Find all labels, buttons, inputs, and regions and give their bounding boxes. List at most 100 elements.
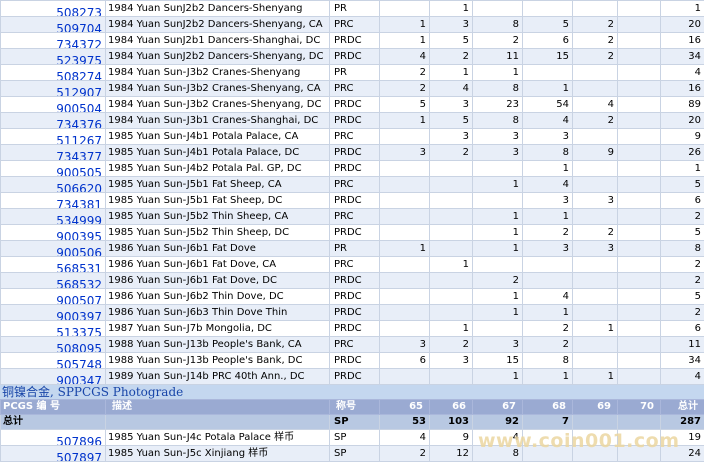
pcgs-number-text[interactable]: 505748 bbox=[56, 358, 102, 368]
pcgs-number-link[interactable]: 900505 bbox=[0, 160, 106, 177]
pcgs-number-text[interactable]: 568532 bbox=[56, 278, 102, 288]
pcgs-number-text[interactable]: 511267 bbox=[56, 134, 102, 144]
header-pcgs-number: PCGS 编 号 bbox=[0, 399, 106, 415]
grade-65-count: 2 bbox=[379, 80, 430, 97]
designation: PRDC bbox=[329, 144, 380, 161]
pcgs-number-text[interactable]: 513375 bbox=[56, 326, 102, 336]
grade-69-count: 2 bbox=[572, 48, 618, 65]
grade-70-count bbox=[617, 304, 661, 321]
grade-65-count bbox=[379, 368, 430, 385]
pcgs-number-text[interactable]: 900507 bbox=[56, 294, 102, 304]
table-row: 508095 1988 Yuan Sun-J13b People's Bank, … bbox=[0, 336, 704, 353]
header-total: 总计 bbox=[660, 399, 704, 415]
pcgs-number-text[interactable]: 900347 bbox=[56, 374, 102, 384]
pcgs-number-link[interactable]: 513375 bbox=[0, 320, 106, 337]
pcgs-number-link[interactable]: 508095 bbox=[0, 336, 106, 353]
pcgs-number-text[interactable]: 900505 bbox=[56, 166, 102, 176]
summary-grade-69 bbox=[572, 414, 618, 430]
pcgs-number-text[interactable]: 512907 bbox=[56, 86, 102, 96]
pcgs-number-link[interactable]: 900504 bbox=[0, 96, 106, 113]
coin-description: 1984 Yuan SunJ2b2 Dancers-Shenyang bbox=[105, 0, 330, 17]
total-count: 20 bbox=[660, 112, 704, 129]
pcgs-number-link[interactable]: 900506 bbox=[0, 240, 106, 257]
header-grade-67: 67 bbox=[472, 399, 523, 415]
grade-70-count bbox=[617, 64, 661, 81]
pcgs-number-link[interactable]: 511267 bbox=[0, 128, 106, 145]
grade-66-count: 1 bbox=[429, 64, 473, 81]
table-row: 508274 1984 Yuan Sun-J3b2 Cranes-Shenyang… bbox=[0, 64, 704, 81]
pcgs-number-link[interactable]: 508274 bbox=[0, 64, 106, 81]
grade-70-count bbox=[617, 48, 661, 65]
pcgs-number-text[interactable]: 900506 bbox=[56, 246, 102, 256]
pcgs-number-link[interactable]: 505748 bbox=[0, 352, 106, 369]
grade-70-count bbox=[617, 80, 661, 97]
table-row: 734381 1985 Yuan Sun-J5b1 Fat Sheep, DC PR… bbox=[0, 192, 704, 209]
pcgs-number-link[interactable]: 568531 bbox=[0, 256, 106, 273]
pcgs-number-text[interactable]: 523975 bbox=[56, 54, 102, 64]
grade-66-count: 5 bbox=[429, 112, 473, 129]
grade-70-count bbox=[617, 368, 661, 385]
pcgs-number-link[interactable]: 900347 bbox=[0, 368, 106, 385]
designation: PRC bbox=[329, 16, 380, 33]
pcgs-number-link[interactable]: 734376 bbox=[0, 112, 106, 129]
grade-66-count bbox=[429, 304, 473, 321]
designation: PRDC bbox=[329, 368, 380, 385]
coin-description: 1984 Yuan Sun-J3b2 Cranes-Shenyang, CA bbox=[105, 80, 330, 97]
grade-68-count bbox=[522, 272, 573, 289]
grade-69-count: 2 bbox=[572, 224, 618, 241]
coin-description: 1986 Yuan Sun-J6b1 Fat Dove, CA bbox=[105, 256, 330, 273]
grade-65-count: 1 bbox=[379, 112, 430, 129]
designation: PRC bbox=[329, 128, 380, 145]
grade-66-count: 3 bbox=[429, 16, 473, 33]
pcgs-number-text[interactable]: 508095 bbox=[56, 342, 102, 352]
pcgs-number-text[interactable]: 568531 bbox=[56, 262, 102, 272]
pcgs-number-link[interactable]: 512907 bbox=[0, 80, 106, 97]
pcgs-number-text[interactable]: 507897 bbox=[56, 451, 102, 461]
grade-67-count: 1 bbox=[472, 64, 523, 81]
pcgs-number-link[interactable]: 900397 bbox=[0, 304, 106, 321]
pcgs-number-link[interactable]: 734377 bbox=[0, 144, 106, 161]
table-row: 513375 1987 Yuan Sun-J7b Mongolia, DC PRDC… bbox=[0, 320, 704, 337]
pcgs-number-link[interactable]: 734381 bbox=[0, 192, 106, 209]
grade-66-count bbox=[429, 272, 473, 289]
grade-65-count: 5 bbox=[379, 96, 430, 113]
pcgs-number-text[interactable]: 509704 bbox=[56, 22, 102, 32]
grade-65-count: 3 bbox=[379, 336, 430, 353]
designation: PRDC bbox=[329, 160, 380, 177]
pcgs-number-text[interactable]: 734376 bbox=[56, 118, 102, 128]
pcgs-number-text[interactable]: 900504 bbox=[56, 102, 102, 112]
pcgs-number-text[interactable]: 900397 bbox=[56, 310, 102, 320]
pcgs-number-link[interactable]: 568532 bbox=[0, 272, 106, 289]
pcgs-number-link[interactable]: 734372 bbox=[0, 32, 106, 49]
grade-65-count bbox=[379, 272, 430, 289]
pcgs-number-link[interactable]: 900507 bbox=[0, 288, 106, 305]
pcgs-number-link[interactable]: 507897 bbox=[0, 445, 106, 462]
pcgs-number-link[interactable]: 900395 bbox=[0, 224, 106, 241]
pcgs-number-text[interactable]: 508274 bbox=[56, 70, 102, 80]
pcgs-number-text[interactable]: 507896 bbox=[56, 435, 102, 445]
header-grade-70: 70 bbox=[617, 399, 661, 415]
pcgs-number-link[interactable]: 506620 bbox=[0, 176, 106, 193]
summary-grade-70 bbox=[617, 414, 661, 430]
pcgs-number-text[interactable]: 506620 bbox=[56, 182, 102, 192]
grade-70-count bbox=[617, 176, 661, 193]
coin-description: 1985 Yuan Sun-J4b1 Potala Palace, CA bbox=[105, 128, 330, 145]
pcgs-number-text[interactable]: 734377 bbox=[56, 150, 102, 160]
grade-65-count: 2 bbox=[379, 445, 430, 462]
grade-68-count: 3 bbox=[522, 192, 573, 209]
pcgs-number-text[interactable]: 734381 bbox=[56, 198, 102, 208]
coin-description: 1985 Yuan Sun-J4b2 Potala Pal. GP, DC bbox=[105, 160, 330, 177]
pcgs-number-text[interactable]: 508273 bbox=[56, 6, 102, 16]
grade-69-count bbox=[572, 304, 618, 321]
grade-67-count: 23 bbox=[472, 96, 523, 113]
pcgs-number-link[interactable]: 508273 bbox=[0, 0, 106, 17]
coin-description: 1989 Yuan Sun-J14b PRC 40th Ann., DC bbox=[105, 368, 330, 385]
pcgs-number-link[interactable]: 534999 bbox=[0, 208, 106, 225]
pcgs-number-text[interactable]: 900395 bbox=[56, 230, 102, 240]
pcgs-number-link[interactable]: 507896 bbox=[0, 429, 106, 446]
pcgs-number-text[interactable]: 734372 bbox=[56, 38, 102, 48]
pcgs-number-link[interactable]: 509704 bbox=[0, 16, 106, 33]
pcgs-number-text[interactable]: 534999 bbox=[56, 214, 102, 224]
coin-description: 1985 Yuan Sun-J4c Potala Palace 样币 bbox=[105, 429, 330, 446]
pcgs-number-link[interactable]: 523975 bbox=[0, 48, 106, 65]
